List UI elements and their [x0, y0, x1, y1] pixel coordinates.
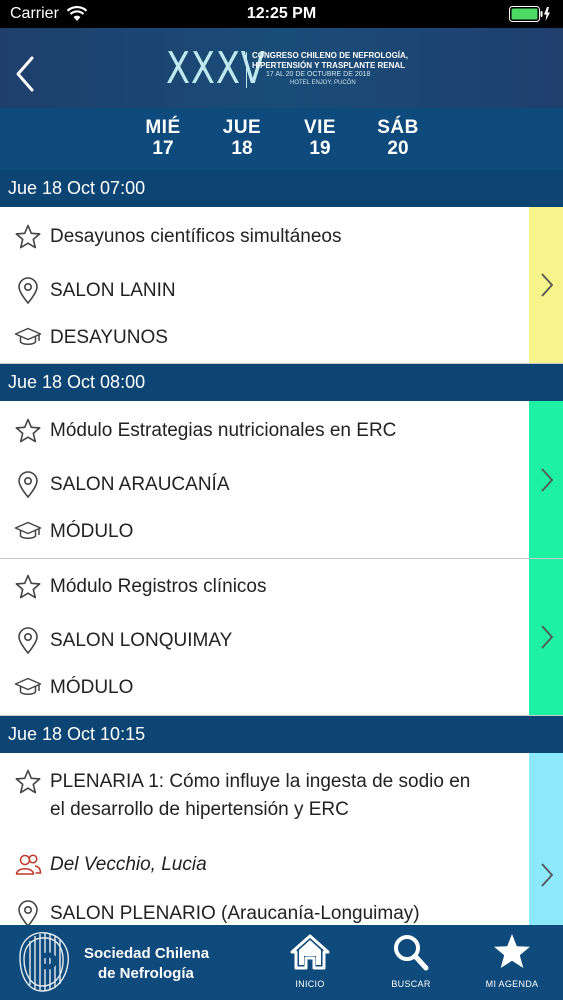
day-number: 17 — [152, 138, 174, 159]
logo-line-4: HOTEL ENJOY, PUCÓN — [290, 80, 356, 86]
day-name: MIÉ — [145, 117, 181, 138]
list-item[interactable]: Módulo Estrategias nutricionales en ERC … — [0, 401, 563, 559]
section-header: Jue 18 Oct 08:00 — [0, 364, 563, 401]
item-title: PLENARIA 1: Cómo influye la ingesta de s… — [50, 771, 471, 792]
item-title-continued: el desarrollo de hipertensión y ERC — [50, 799, 349, 820]
location-pin-icon — [18, 471, 38, 499]
back-button[interactable] — [10, 54, 40, 94]
logo-roman-numeral: XXXV — [166, 43, 266, 94]
society-brand: Sociedad Chilena de Nefrología — [12, 927, 262, 997]
kidney-logo-icon — [19, 932, 69, 992]
chevron-right-icon[interactable] — [539, 271, 555, 299]
bottom-tab-bar: Sociedad Chilena de Nefrología INICIO BU… — [0, 925, 563, 1000]
day-selector: MIÉ 17 JUE 18 VIE 19 SÁB 20 — [0, 108, 563, 170]
location-pin-icon — [18, 627, 38, 655]
star-outline-icon[interactable] — [14, 417, 42, 445]
day-tab-thu[interactable]: JUE 18 — [212, 118, 272, 160]
item-type: DESAYUNOS — [50, 327, 168, 348]
clock: 12:25 PM — [246, 5, 317, 22]
tab-inicio[interactable]: INICIO — [270, 933, 350, 989]
item-title: Módulo Estrategias nutricionales en ERC — [50, 420, 397, 441]
brand-line-1: Sociedad Chilena — [84, 945, 210, 962]
star-icon — [494, 934, 530, 968]
graduation-cap-icon — [14, 677, 42, 695]
location-pin-icon — [18, 900, 38, 925]
logo-divider — [246, 52, 247, 88]
home-icon — [290, 934, 330, 970]
item-title: Desayunos científicos simultáneos — [50, 226, 342, 247]
list-item[interactable]: Módulo Registros clínicos SALON LONQUIMA… — [0, 559, 563, 716]
tab-label: MI AGENDA — [485, 979, 539, 989]
congress-logo: XXXV CONGRESO CHILENO DE NEFROLOGÍA, HIP… — [166, 46, 426, 100]
battery-icon — [509, 6, 550, 22]
item-location: SALON PLENARIO (Araucanía-Longuimay) — [50, 903, 420, 924]
day-tab-sat[interactable]: SÁB 20 — [368, 118, 428, 160]
section-header: Jue 18 Oct 07:00 — [0, 170, 563, 207]
day-name: VIE — [303, 117, 337, 138]
list-item[interactable]: Desayunos científicos simultáneos SALON … — [0, 207, 563, 364]
star-outline-icon[interactable] — [14, 573, 42, 601]
status-bar: Carrier 12:25 PM — [0, 0, 563, 28]
tab-label: BUSCAR — [391, 979, 431, 989]
item-type: MÓDULO — [50, 521, 134, 542]
chevron-right-icon[interactable] — [539, 623, 555, 651]
list-item[interactable]: PLENARIA 1: Cómo influye la ingesta de s… — [0, 753, 563, 925]
speaker-people-icon — [15, 854, 42, 875]
day-tab-fri[interactable]: VIE 19 — [290, 118, 350, 160]
brand-line-2: de Nefrología — [98, 965, 194, 982]
tab-label: INICIO — [295, 979, 325, 989]
location-pin-icon — [18, 277, 38, 305]
tab-mi-agenda[interactable]: MI AGENDA — [472, 933, 552, 989]
search-icon — [394, 935, 429, 971]
star-outline-icon[interactable] — [14, 768, 42, 796]
star-outline-icon[interactable] — [14, 223, 42, 251]
item-location: SALON LONQUIMAY — [50, 630, 233, 651]
day-name: SÁB — [377, 117, 419, 138]
logo-line-1: CONGRESO CHILENO DE NEFROLOGÍA, — [252, 51, 409, 60]
item-title: Módulo Registros clínicos — [50, 576, 267, 597]
logo-line-2: HIPERTENSIÓN Y TRASPLANTE RENAL — [252, 61, 406, 70]
tab-buscar[interactable]: BUSCAR — [371, 933, 451, 989]
graduation-cap-icon — [14, 521, 42, 539]
day-number: 18 — [231, 138, 253, 159]
item-location: SALON LANIN — [50, 280, 176, 301]
graduation-cap-icon — [14, 327, 42, 345]
category-stripe — [529, 753, 563, 925]
agenda-list[interactable]: Jue 18 Oct 07:00 Desayunos científicos s… — [0, 170, 563, 925]
item-location: SALON ARAUCANÍA — [50, 474, 230, 495]
logo-line-3: 17 AL 20 DE OCTUBRE DE 2018 — [266, 71, 371, 78]
chevron-right-icon[interactable] — [539, 861, 555, 889]
item-type: MÓDULO — [50, 677, 134, 698]
item-speaker: Del Vecchio, Lucia — [50, 854, 207, 875]
day-tab-wed[interactable]: MIÉ 17 — [133, 118, 193, 160]
day-number: 20 — [387, 138, 409, 159]
app-header: XXXV CONGRESO CHILENO DE NEFROLOGÍA, HIP… — [0, 28, 563, 108]
chevron-right-icon[interactable] — [539, 466, 555, 494]
day-name: JUE — [222, 117, 262, 138]
day-number: 19 — [309, 138, 331, 159]
section-header: Jue 18 Oct 10:15 — [0, 716, 563, 753]
